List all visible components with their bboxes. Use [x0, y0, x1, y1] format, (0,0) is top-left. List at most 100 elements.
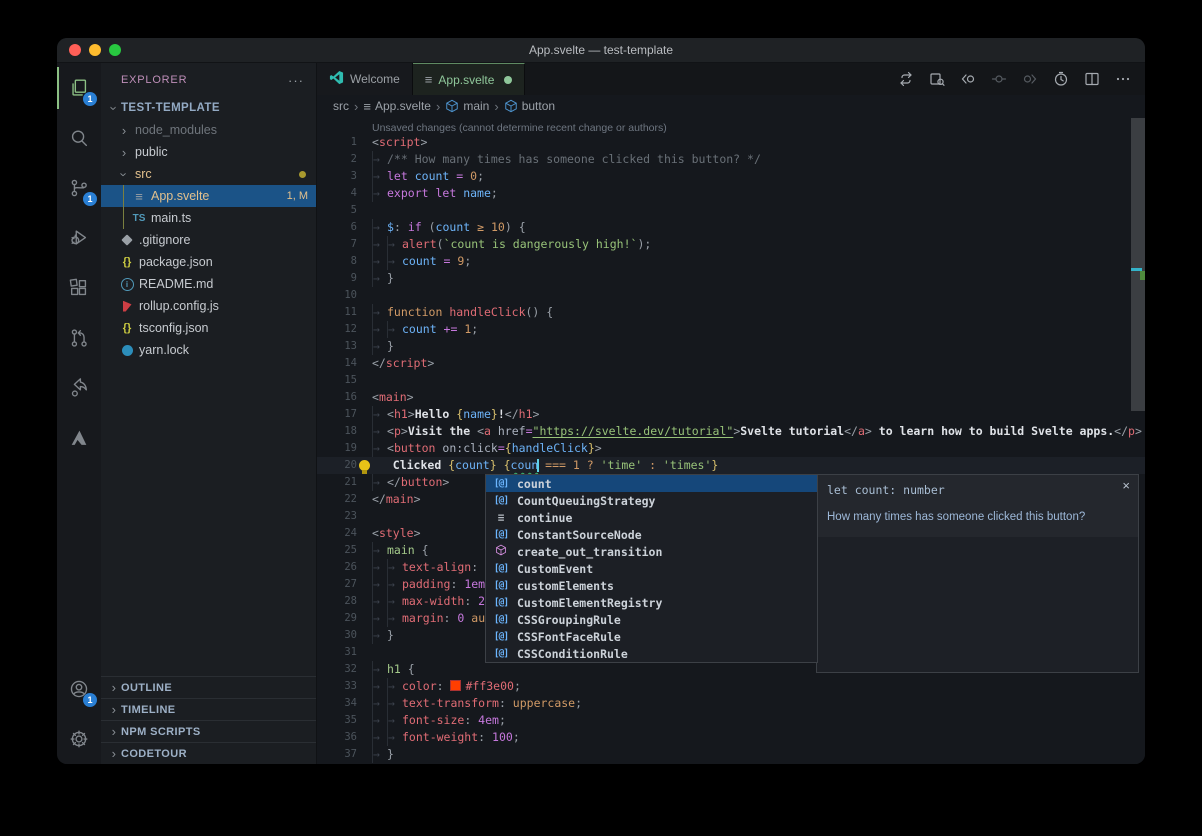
code-line-16[interactable]: 16<main> — [317, 389, 1145, 406]
editor-scrollbar[interactable] — [1131, 118, 1145, 411]
code-line-8[interactable]: 8→→count = 9; — [317, 253, 1145, 270]
code-line-34[interactable]: 34→→text-transform: uppercase; — [317, 695, 1145, 712]
more-actions-icon[interactable] — [1115, 71, 1131, 87]
code-line-14[interactable]: 14</script> — [317, 355, 1145, 372]
vscode-window: App.svelte — test-template 1 1 1 EXPLORER … — [57, 38, 1145, 764]
symbol-variable-icon: [@] — [490, 478, 512, 489]
suggest-item-CustomElementRegistry[interactable]: [@]CustomElementRegistry — [486, 594, 817, 611]
code-line-18[interactable]: 18→<p>Visit the <a href="https://svelte.… — [317, 423, 1145, 440]
suggest-item-CustomEvent[interactable]: [@]CustomEvent — [486, 560, 817, 577]
suggest-item-continue[interactable]: ≡continue — [486, 509, 817, 526]
tab-welcome[interactable]: Welcome — [317, 63, 413, 95]
suggest-item-CSSConditionRule[interactable]: [@]CSSConditionRule — [486, 645, 817, 662]
activity-run-debug-icon[interactable] — [57, 213, 101, 263]
symbol-variable-icon: [@] — [490, 597, 512, 608]
activity-account-icon[interactable]: 1 — [57, 664, 101, 714]
code-line-36[interactable]: 36→→font-weight: 100; — [317, 729, 1145, 746]
title-bar[interactable]: App.svelte — test-template — [57, 38, 1145, 63]
git-status-badge: 1, M — [287, 190, 308, 202]
code-line-7[interactable]: 7→→alert(`count is dangerously high!`); — [317, 236, 1145, 253]
code-line-13[interactable]: 13→} — [317, 338, 1145, 355]
lightbulb-icon[interactable] — [359, 460, 370, 471]
codelens-annotation[interactable]: Unsaved changes (cannot determine recent… — [317, 117, 1145, 134]
chevron-right-icon: › — [354, 99, 358, 114]
previous-change-icon[interactable] — [960, 71, 976, 87]
current-change-icon[interactable] — [991, 71, 1007, 87]
file-row-App.svelte[interactable]: ≡App.svelte1, M — [101, 185, 316, 207]
open-preview-icon[interactable] — [929, 71, 945, 87]
open-changes-icon[interactable] — [898, 71, 914, 87]
suggest-item-CSSGroupingRule[interactable]: [@]CSSGroupingRule — [486, 611, 817, 628]
breadcrumb-item-src[interactable]: src — [333, 99, 349, 113]
activity-settings-gear-icon[interactable] — [57, 714, 101, 764]
file-row-public[interactable]: ›public — [101, 141, 316, 163]
code-line-17[interactable]: 17→<h1>Hello {name}!</h1> — [317, 406, 1145, 423]
activity-live-share-icon[interactable] — [57, 363, 101, 413]
activity-search-icon[interactable] — [57, 113, 101, 163]
symbol-cube-icon — [445, 99, 459, 113]
line-number: 13 — [317, 338, 372, 355]
activity-source-control-icon[interactable]: 1 — [57, 163, 101, 213]
file-row-README.md[interactable]: iREADME.md — [101, 273, 316, 295]
code-line-15[interactable]: 15 — [317, 372, 1145, 389]
tab-app-svelte[interactable]: ≡ App.svelte — [413, 63, 526, 95]
vscode-logo-icon — [329, 70, 344, 88]
code-line-35[interactable]: 35→→font-size: 4em; — [317, 712, 1145, 729]
code-line-33[interactable]: 33→→color: #ff3e00; — [317, 678, 1145, 695]
suggest-item-create_out_transition[interactable]: create_out_transition — [486, 543, 817, 560]
code-line-3[interactable]: 3→let count = 0; — [317, 168, 1145, 185]
code-line-10[interactable]: 10 — [317, 287, 1145, 304]
file-row-yarn.lock[interactable]: yarn.lock — [101, 339, 316, 361]
panel-timeline[interactable]: ›TIMELINE — [101, 698, 316, 720]
code-editor[interactable]: Unsaved changes (cannot determine recent… — [317, 117, 1145, 764]
next-change-icon[interactable] — [1022, 71, 1038, 87]
code-line-20[interactable]: 20 Clicked {count} {coun === 1 ? 'time' … — [317, 457, 1145, 474]
split-editor-icon[interactable] — [1084, 71, 1100, 87]
file-row-tsconfig.json[interactable]: {}tsconfig.json — [101, 317, 316, 339]
code-line-12[interactable]: 12→→count += 1; — [317, 321, 1145, 338]
explorer-sidebar: EXPLORER ··· › TEST-TEMPLATE ›node_modul… — [101, 63, 317, 764]
tree-root-test-template[interactable]: › TEST-TEMPLATE — [101, 97, 316, 119]
close-icon[interactable]: × — [1122, 478, 1130, 493]
breadcrumb-item-main[interactable]: main — [445, 99, 489, 113]
code-line-11[interactable]: 11→function handleClick() { — [317, 304, 1145, 321]
line-number: 15 — [317, 372, 372, 389]
symbol-variable-icon: [@] — [490, 648, 512, 659]
tab-bar-empty — [525, 63, 898, 95]
code-line-4[interactable]: 4→export let name; — [317, 185, 1145, 202]
file-row-rollup.config.js[interactable]: rollup.config.js — [101, 295, 316, 317]
ts-file-icon: TS — [131, 213, 147, 224]
code-line-9[interactable]: 9→} — [317, 270, 1145, 287]
code-line-6[interactable]: 6→$: if (count ≥ 10) { — [317, 219, 1145, 236]
suggest-item-CSSFontFaceRule[interactable]: [@]CSSFontFaceRule — [486, 628, 817, 645]
activity-azure-icon[interactable] — [57, 413, 101, 463]
breadcrumb-item-button[interactable]: button — [504, 99, 555, 113]
breadcrumb-item-App.svelte[interactable]: ≡App.svelte — [363, 99, 431, 114]
code-line-2[interactable]: 2→/** How many times has someone clicked… — [317, 151, 1145, 168]
suggest-item-count[interactable]: [@]count — [486, 475, 817, 492]
activity-pull-request-icon[interactable] — [57, 313, 101, 363]
symbol-keyword-icon: ≡ — [490, 511, 512, 524]
file-history-icon[interactable] — [1053, 71, 1069, 87]
suggest-item-customElements[interactable]: [@]customElements — [486, 577, 817, 594]
code-line-19[interactable]: 19→<button on:click={handleClick}> — [317, 440, 1145, 457]
activity-extensions-icon[interactable] — [57, 263, 101, 313]
file-row-package.json[interactable]: {}package.json — [101, 251, 316, 273]
code-line-5[interactable]: 5 — [317, 202, 1145, 219]
line-number: 1 — [317, 134, 372, 151]
file-row-node_modules[interactable]: ›node_modules — [101, 119, 316, 141]
panel-outline[interactable]: ›OUTLINE — [101, 676, 316, 698]
file-row-src[interactable]: ›src — [101, 163, 316, 185]
panel-codetour[interactable]: ›CODETOUR — [101, 742, 316, 764]
code-line-1[interactable]: 1<script> — [317, 134, 1145, 151]
badge: 1 — [83, 92, 97, 106]
code-line-37[interactable]: 37→} — [317, 746, 1145, 763]
symbol-variable-icon: [@] — [490, 563, 512, 574]
file-row-.gitignore[interactable]: .gitignore — [101, 229, 316, 251]
activity-files-icon[interactable]: 1 — [57, 63, 101, 113]
more-actions-icon[interactable]: ··· — [288, 73, 304, 88]
suggest-item-ConstantSourceNode[interactable]: [@]ConstantSourceNode — [486, 526, 817, 543]
suggest-item-CountQueuingStrategy[interactable]: [@]CountQueuingStrategy — [486, 492, 817, 509]
panel-npm-scripts[interactable]: ›NPM SCRIPTS — [101, 720, 316, 742]
file-row-main.ts[interactable]: TSmain.ts — [101, 207, 316, 229]
